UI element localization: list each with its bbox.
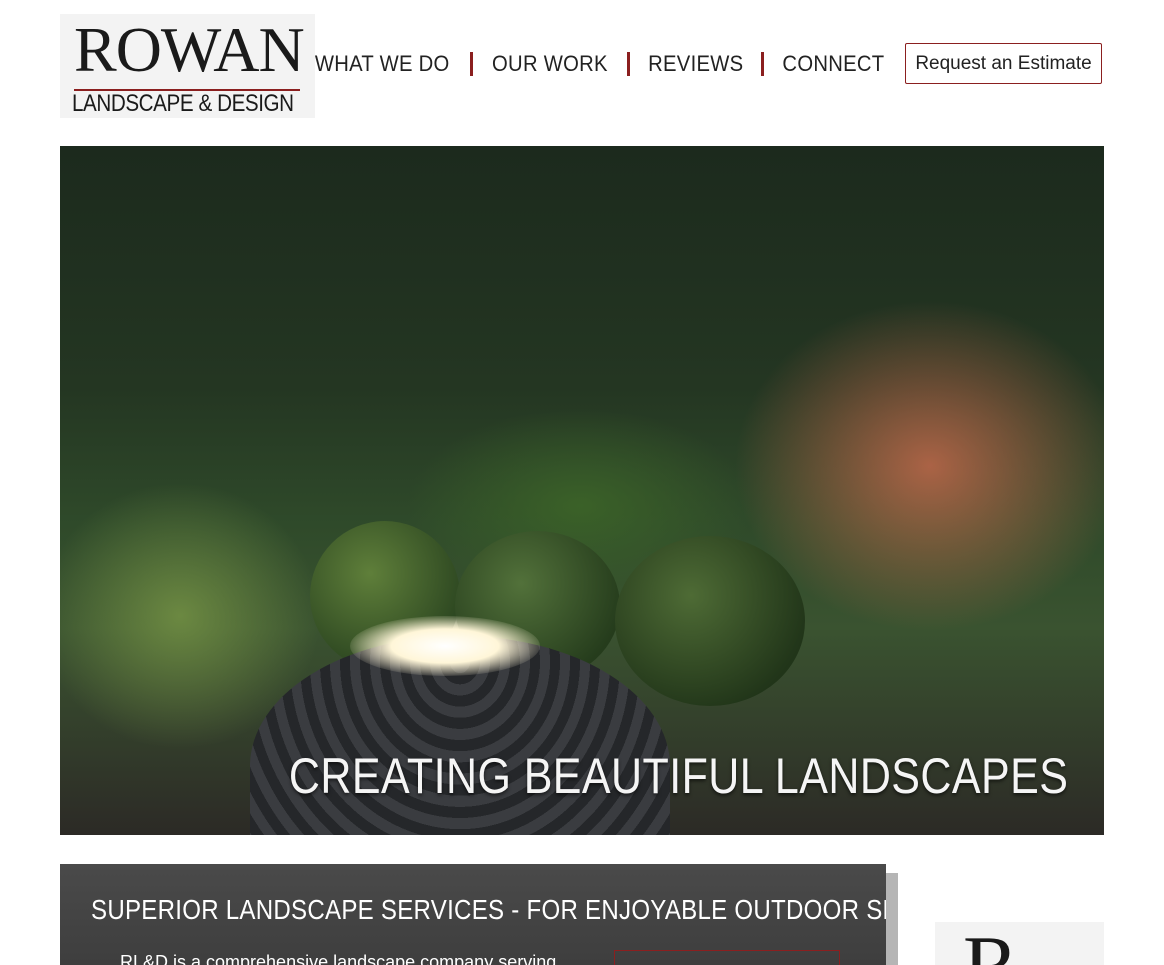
services-callout-box — [614, 950, 840, 965]
logo-wordmark: ROWAN — [74, 14, 305, 85]
request-estimate-button[interactable]: Request an Estimate — [905, 43, 1102, 84]
nav-separator — [761, 52, 765, 76]
hero-caption: CREATING BEAUTIFUL LANDSCAPES — [288, 748, 1068, 804]
nav-connect[interactable]: CONNECT — [783, 51, 885, 77]
main-nav: WHAT WE DO OUR WORK REVIEWS CONNECT — [309, 46, 889, 82]
hero-image: CREATING BEAUTIFUL LANDSCAPES — [60, 146, 1104, 835]
boxwood-shrub — [615, 536, 805, 706]
fountain-light — [350, 616, 540, 676]
services-title: SUPERIOR LANDSCAPE SERVICES - FOR ENJOYA… — [91, 894, 886, 925]
nav-what-we-do[interactable]: WHAT WE DO — [315, 51, 450, 77]
nav-reviews[interactable]: REVIEWS — [648, 51, 743, 77]
nav-our-work[interactable]: OUR WORK — [492, 51, 608, 77]
logo-subtitle: LANDSCAPE & DESIGN — [72, 90, 294, 117]
site-logo[interactable]: ROWAN LANDSCAPE & DESIGN — [60, 14, 315, 118]
side-logo: R — [935, 922, 1104, 965]
nav-separator — [469, 52, 473, 76]
services-panel: SUPERIOR LANDSCAPE SERVICES - FOR ENJOYA… — [60, 864, 886, 965]
services-body: RL&D is a comprehensive landscape compan… — [120, 952, 557, 965]
nav-separator — [626, 52, 630, 76]
side-logo-letter: R — [963, 924, 1019, 965]
